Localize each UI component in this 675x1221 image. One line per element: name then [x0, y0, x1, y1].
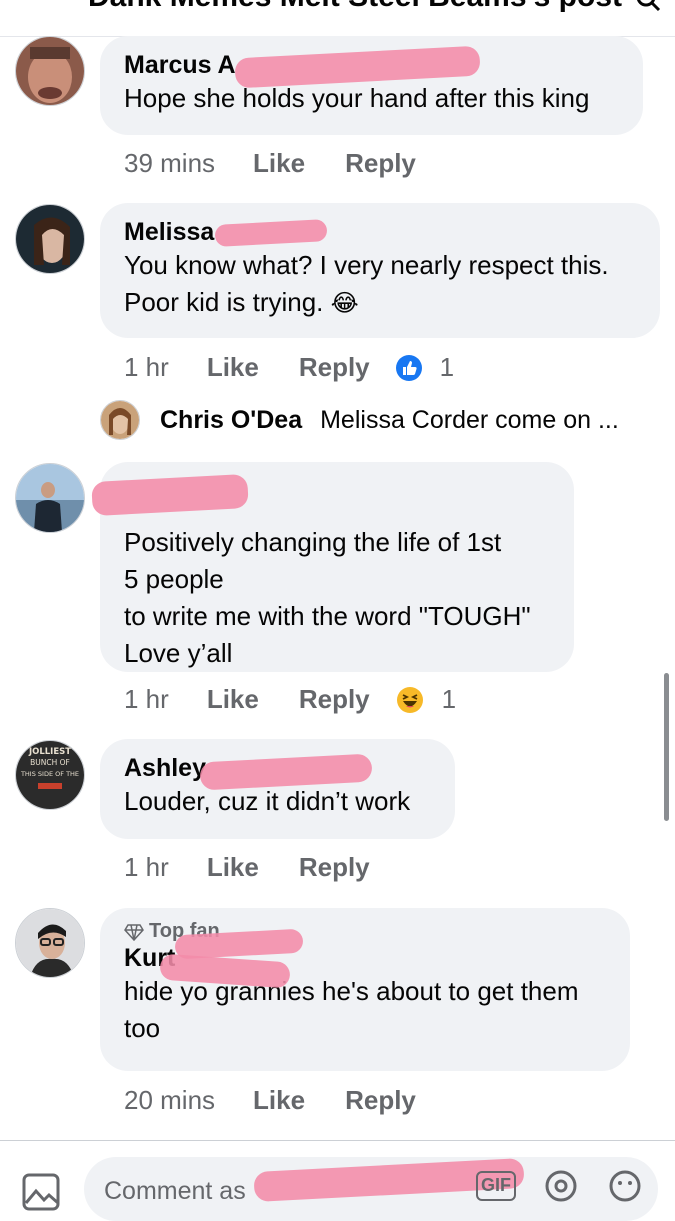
- like-button[interactable]: Like: [207, 684, 259, 715]
- avatar[interactable]: [15, 204, 85, 274]
- comment-actions: 39 mins Like Reply: [124, 148, 416, 179]
- comment-time[interactable]: 39 mins: [124, 148, 215, 179]
- comment-input[interactable]: Comment as GIF: [84, 1157, 658, 1221]
- reaction-count[interactable]: 1: [442, 684, 456, 715]
- comment-time[interactable]: 1 hr: [124, 852, 169, 883]
- reply-button[interactable]: Reply: [299, 684, 370, 715]
- search-icon[interactable]: [635, 0, 661, 12]
- comment-text: Hope she holds your hand after this king: [124, 83, 590, 113]
- header-bar: Dank Memes Melt Steel Beams's post: [0, 0, 675, 37]
- comment-text: Louder, cuz it didn’t work: [124, 786, 411, 816]
- reply-button[interactable]: Reply: [345, 148, 416, 179]
- avatar[interactable]: [15, 463, 85, 533]
- comment-actions: 1 hr Like Reply 1: [124, 352, 454, 383]
- laughing-emoji-icon: 😂: [330, 290, 359, 317]
- like-button[interactable]: Like: [253, 1085, 305, 1116]
- comment-bubble[interactable]: Top fan Kurt hide yo grannies he's about…: [100, 908, 630, 1071]
- reply-text: Melissa Corder come on ...: [320, 405, 619, 434]
- comment-composer: Comment as GIF: [0, 1140, 675, 1221]
- avatar-text-line: JOLLIEST: [28, 747, 71, 757]
- diamond-icon: [124, 923, 144, 941]
- gif-button[interactable]: GIF: [476, 1171, 516, 1201]
- emoji-icon[interactable]: [608, 1169, 642, 1203]
- gif-label: GIF: [481, 1175, 511, 1195]
- comment-time[interactable]: 1 hr: [124, 352, 169, 383]
- comment-bubble[interactable]: Melissa You know what? I very nearly res…: [100, 203, 660, 338]
- comment-text: You know what? I very nearly respect thi…: [124, 250, 609, 317]
- reply-preview[interactable]: Chris O'Dea Melissa Corder come on ...: [100, 400, 619, 440]
- haha-icon[interactable]: [396, 686, 424, 714]
- like-button[interactable]: Like: [207, 852, 259, 883]
- photo-icon[interactable]: [20, 1171, 64, 1215]
- comment-author[interactable]: Melissa: [124, 217, 214, 247]
- like-button[interactable]: Like: [253, 148, 305, 179]
- reply-button[interactable]: Reply: [345, 1085, 416, 1116]
- comment-actions: 1 hr Like Reply: [124, 852, 370, 883]
- comment-time[interactable]: 1 hr: [124, 684, 169, 715]
- avatar[interactable]: JOLLIEST BUNCH OF THIS SIDE OF THE: [15, 740, 85, 810]
- avatar: [100, 400, 140, 440]
- mention-icon[interactable]: [544, 1169, 578, 1203]
- avatar[interactable]: [15, 908, 85, 978]
- comment-author[interactable]: Ashley: [124, 753, 206, 783]
- like-button[interactable]: Like: [207, 352, 259, 383]
- comment-actions: 1 hr Like Reply 1: [124, 684, 456, 715]
- reply-button[interactable]: Reply: [299, 852, 370, 883]
- comment-actions: 20 mins Like Reply: [124, 1085, 416, 1116]
- comment-author[interactable]: Marcus A: [124, 50, 236, 80]
- reply-author[interactable]: Chris O'Dea: [160, 406, 302, 435]
- scrollbar[interactable]: [664, 673, 669, 821]
- reaction-count[interactable]: 1: [440, 352, 454, 383]
- avatar[interactable]: [15, 36, 85, 106]
- avatar-text-line: THIS SIDE OF THE: [20, 770, 79, 778]
- avatar-text-line: BUNCH OF: [30, 758, 70, 767]
- comment-bubble[interactable]: Ashley Louder, cuz it didn’t work: [100, 739, 455, 839]
- comment-text-wrap: You know what? I very nearly respect thi…: [124, 247, 636, 322]
- reply-button[interactable]: Reply: [299, 352, 370, 383]
- comment-text: Positively changing the life of 1st 5 pe…: [124, 527, 531, 668]
- comment-text: hide yo grannies he's about to get them …: [124, 976, 579, 1043]
- comment-time[interactable]: 20 mins: [124, 1085, 215, 1116]
- thumbs-up-icon[interactable]: [395, 354, 422, 381]
- page-title: Dank Memes Melt Steel Beams's post: [88, 0, 622, 14]
- comment-placeholder: Comment as: [104, 1177, 246, 1205]
